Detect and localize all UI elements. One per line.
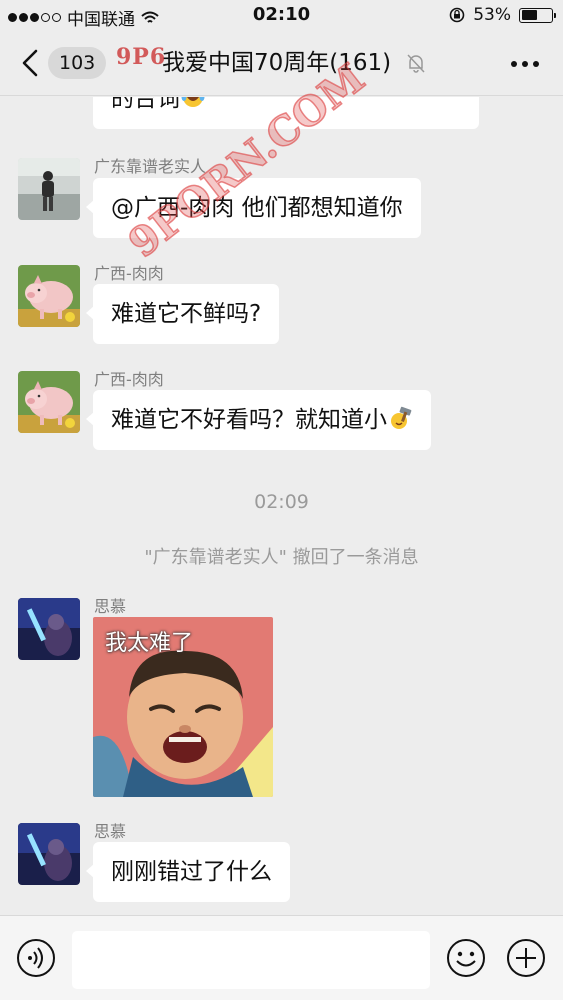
message-text: 难道它不好看吗？就知道小 bbox=[111, 407, 387, 433]
timestamp-label: 02:09 bbox=[254, 491, 309, 513]
message-bubble[interactable]: 的台词 bbox=[93, 97, 479, 129]
avatar[interactable] bbox=[18, 158, 80, 220]
message-list: 的台词 广东靠谱老实人 @广西-肉肉 他们都想知道你 广西-肉肉 难道它不鲜吗?… bbox=[0, 97, 563, 915]
more-options-icon[interactable] bbox=[511, 61, 539, 67]
message-bubble[interactable]: @广西-肉肉 他们都想知道你 bbox=[86, 178, 421, 238]
battery-icon bbox=[519, 7, 556, 23]
recall-notice: "广东靠谱老实人" 撤回了一条消息 bbox=[144, 547, 419, 568]
message-text: 的台词 bbox=[111, 97, 180, 112]
status-right: 53% bbox=[449, 5, 556, 25]
message-text: 刚刚错过了什么 bbox=[111, 859, 272, 885]
unread-count-badge[interactable]: 103 bbox=[48, 47, 107, 79]
laughing-tears-emoji-icon bbox=[181, 97, 205, 107]
sender-name: 思慕 bbox=[94, 822, 127, 841]
sender-name: 广西-肉肉 bbox=[94, 370, 164, 389]
sticker-caption: 我太难了 bbox=[105, 631, 194, 656]
add-attachment-icon[interactable] bbox=[506, 938, 546, 978]
message-text: 难道它不鲜吗? bbox=[111, 301, 262, 327]
battery-percent: 53% bbox=[473, 5, 511, 25]
avatar[interactable] bbox=[18, 265, 80, 327]
sender-name: 思慕 bbox=[94, 597, 127, 616]
voice-input-icon[interactable] bbox=[16, 938, 56, 978]
hammer-emoji-icon bbox=[391, 406, 412, 429]
message-bubble[interactable]: 难道它不鲜吗? bbox=[85, 284, 280, 344]
avatar[interactable] bbox=[18, 598, 80, 660]
mute-bell-icon bbox=[407, 54, 425, 73]
sticker-image[interactable]: 我太难了 bbox=[93, 617, 273, 797]
input-bar bbox=[0, 915, 563, 1000]
chat-header: 103 我爱中国70周年(161) bbox=[0, 30, 563, 96]
message-bubble[interactable]: 难道它不好看吗？就知道小 bbox=[86, 390, 431, 450]
rotation-lock-icon bbox=[449, 7, 465, 23]
avatar[interactable] bbox=[18, 823, 80, 885]
chat-title: 我爱中国70周年(161) bbox=[162, 50, 392, 76]
emoji-picker-icon[interactable] bbox=[446, 938, 486, 978]
message-bubble[interactable]: 刚刚错过了什么 bbox=[86, 842, 290, 902]
status-bar: 中国联通 02:10 53% bbox=[0, 0, 563, 30]
avatar[interactable] bbox=[18, 371, 80, 433]
message-text: @广西-肉肉 他们都想知道你 bbox=[111, 195, 403, 221]
sender-name: 广东靠谱老实人 bbox=[94, 157, 207, 176]
battery-fill bbox=[521, 10, 537, 20]
back-chevron-icon[interactable] bbox=[18, 48, 44, 78]
message-input[interactable] bbox=[72, 931, 430, 989]
sender-name: 广西-肉肉 bbox=[94, 264, 164, 283]
